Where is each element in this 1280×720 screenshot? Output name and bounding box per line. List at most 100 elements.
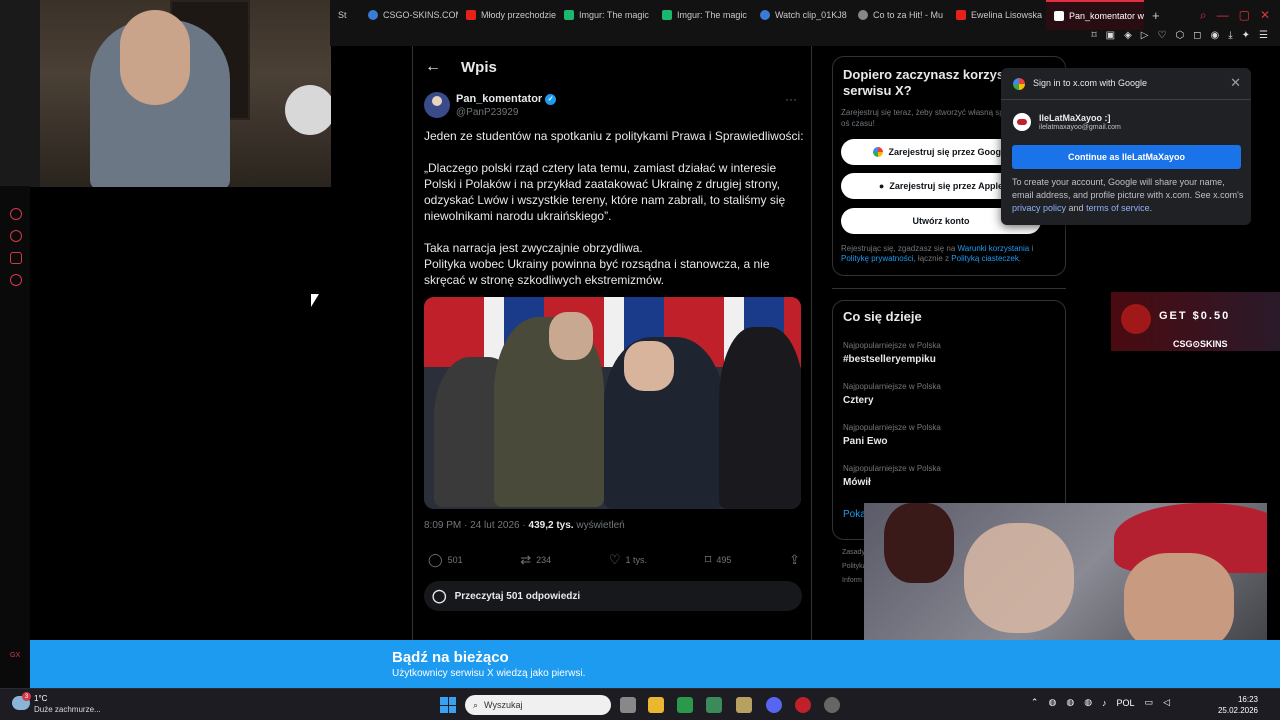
gx-logo[interactable]: GX [10,652,20,659]
tray-app-icon[interactable]: ◍ [1066,697,1074,708]
divider [1001,99,1251,100]
bookmark-icon[interactable]: ⌑ [1091,30,1096,41]
new-tab-button[interactable]: + [1144,0,1164,30]
tweet-photo[interactable] [424,297,801,509]
windows-start-icon[interactable] [440,697,456,713]
browser-tab[interactable]: Młody przechodzień [458,0,556,30]
trend-item[interactable]: Najpopularniejsze w Polska Cztery [843,382,941,406]
browser-tab[interactable]: Ewelina Lisowska [948,0,1046,30]
sidebar-extensions-icon[interactable] [10,252,22,264]
sidebar-record-icon[interactable] [10,208,22,220]
taskbar-search[interactable]: ⌕ Wyszukaj [465,695,611,715]
tab-label: Pan_komentator w serwisie X [1069,11,1144,21]
wallet-icon[interactable]: ◻ [1193,30,1201,41]
more-options-icon[interactable]: ··· [785,92,797,106]
profile-icon[interactable]: ◉ [1210,30,1219,41]
sidebar-history-icon[interactable] [10,230,22,242]
shield-icon[interactable]: ◈ [1124,30,1132,41]
author-handle[interactable]: @PanP23929 [456,107,518,118]
weather-temp[interactable]: 1°C [34,694,47,703]
legal-text: Rejestrując się, zgadzasz się na [841,244,958,253]
maximize-icon[interactable]: ▢ [1239,8,1250,23]
trend-category: Najpopularniejsze w Polska [843,382,941,391]
browser-tab[interactable]: St [330,0,360,30]
repost-icon: ⇄ [520,552,532,567]
footer-link[interactable]: Inform [842,574,867,588]
app-icon[interactable] [677,697,693,713]
tray-app-icon[interactable]: ◍ [1084,697,1092,708]
sidebar-settings-icon[interactable] [10,274,22,286]
tray-app-icon[interactable]: ◍ [1048,697,1056,708]
info-text: . [1149,203,1153,213]
browser-tab-active[interactable]: Pan_komentator w serwisie X [1046,0,1144,30]
browser-tab[interactable]: Imgur: The magic [556,0,654,30]
trends-title: Co się dzieje [843,309,922,324]
close-window-icon[interactable]: ✕ [1260,8,1270,23]
trend-item[interactable]: Najpopularniejsze w Polska Mówił [843,464,941,488]
heart-icon: ♡ [608,552,621,567]
bookmark-button[interactable]: ⌑ 495 [705,552,732,568]
like-button[interactable]: ♡ 1 tys. [609,552,647,568]
privacy-policy-link[interactable]: privacy policy [1012,203,1066,213]
network-icon[interactable]: ▭ [1145,697,1154,708]
language-indicator[interactable]: POL [1117,698,1135,708]
discord-icon[interactable] [766,697,782,713]
trend-item[interactable]: Najpopularniejsze w Polska #bestselleryem… [843,341,941,365]
trend-item[interactable]: Najpopularniejsze w Polska Pani Ewo [843,423,941,447]
browser-tab[interactable]: Imgur: The magic [654,0,752,30]
search-icon: ⌕ [473,699,479,710]
tweet-time[interactable]: 8:09 PM · 24 lut 2026 · [424,520,529,531]
continue-as-button[interactable]: Continue as IleLatMaXayoo [1012,145,1241,169]
microphone-icon[interactable]: ♪ [1102,698,1107,708]
play-icon[interactable]: ▷ [1141,30,1149,41]
system-clock[interactable]: 16:23 25.02.2026 [1218,694,1258,716]
footer-link[interactable]: Polityka [842,560,867,574]
google-icon [873,147,884,157]
task-view-icon[interactable] [620,697,636,713]
app-icon[interactable] [706,697,722,713]
opera-gx-icon[interactable] [795,697,811,713]
author-name[interactable]: Pan_komentator ✓ [456,93,557,105]
menu-icon[interactable]: ☰ [1259,30,1268,41]
back-arrow-icon[interactable]: ← [425,58,441,76]
reply-button[interactable]: ◯ 501 [428,552,463,568]
author-avatar[interactable] [424,92,450,118]
footer-link[interactable]: Zasady [842,546,867,560]
snapshot-icon[interactable]: ▣ [1106,30,1115,41]
privacy-link[interactable]: Politykę prywatności [841,254,913,263]
app-icon[interactable] [824,697,840,713]
tweet-text: Jeden ze studentów na spotkaniu z polity… [424,129,804,287]
webcam-curtain [0,0,40,187]
ai-icon[interactable]: ✦ [1242,30,1250,41]
read-replies-label: Przeczytaj 501 odpowiedzi [454,590,581,602]
browser-tab[interactable]: Co to za Hit! - Mu [850,0,948,30]
search-tabs-icon[interactable]: ⌕ [1200,8,1207,23]
browser-tab[interactable]: Watch clip_01KJ8 [752,0,850,30]
account-avatar [1013,113,1031,131]
minimize-icon[interactable]: — [1217,8,1229,23]
extensions-icon[interactable]: ⬡ [1175,30,1184,41]
csgo-skins-ad[interactable]: GET $0.50 CSG⊙SKINS [1111,292,1280,351]
tab-label: Watch clip_01KJ8 [775,10,847,20]
tray-chevron-icon[interactable]: ⌃ [1031,697,1039,708]
volume-icon[interactable]: ◁ [1163,697,1170,708]
heart-icon[interactable]: ♡ [1157,30,1166,41]
browser-tab[interactable]: CSGO-SKINS.COM [360,0,458,30]
trend-name: Mówił [843,477,871,488]
tweet-actions: ◯ 501 ⇄ 234 ♡ 1 tys. ⌑ 495 ⇪ [424,552,804,568]
apple-icon: ● [878,181,885,191]
terms-link[interactable]: terms of service [1086,203,1150,213]
ad-ornament [1121,304,1151,334]
weather-desc[interactable]: Duże zachmurze... [34,705,101,714]
terms-link[interactable]: Warunki korzystania [958,244,1030,253]
tab-label: CSGO-SKINS.COM [383,10,458,20]
share-button[interactable]: ⇪ [789,552,800,568]
download-icon[interactable]: ⤓ [1228,30,1232,41]
repost-button[interactable]: ⇄ 234 [520,552,551,568]
photo-person [719,327,801,509]
close-icon[interactable]: ✕ [1230,75,1241,91]
cookies-link[interactable]: Polityką ciasteczek [951,254,1019,263]
file-explorer-icon[interactable] [648,697,664,713]
read-replies-button[interactable]: ◯ Przeczytaj 501 odpowiedzi [424,581,802,611]
app-icon[interactable] [736,697,752,713]
